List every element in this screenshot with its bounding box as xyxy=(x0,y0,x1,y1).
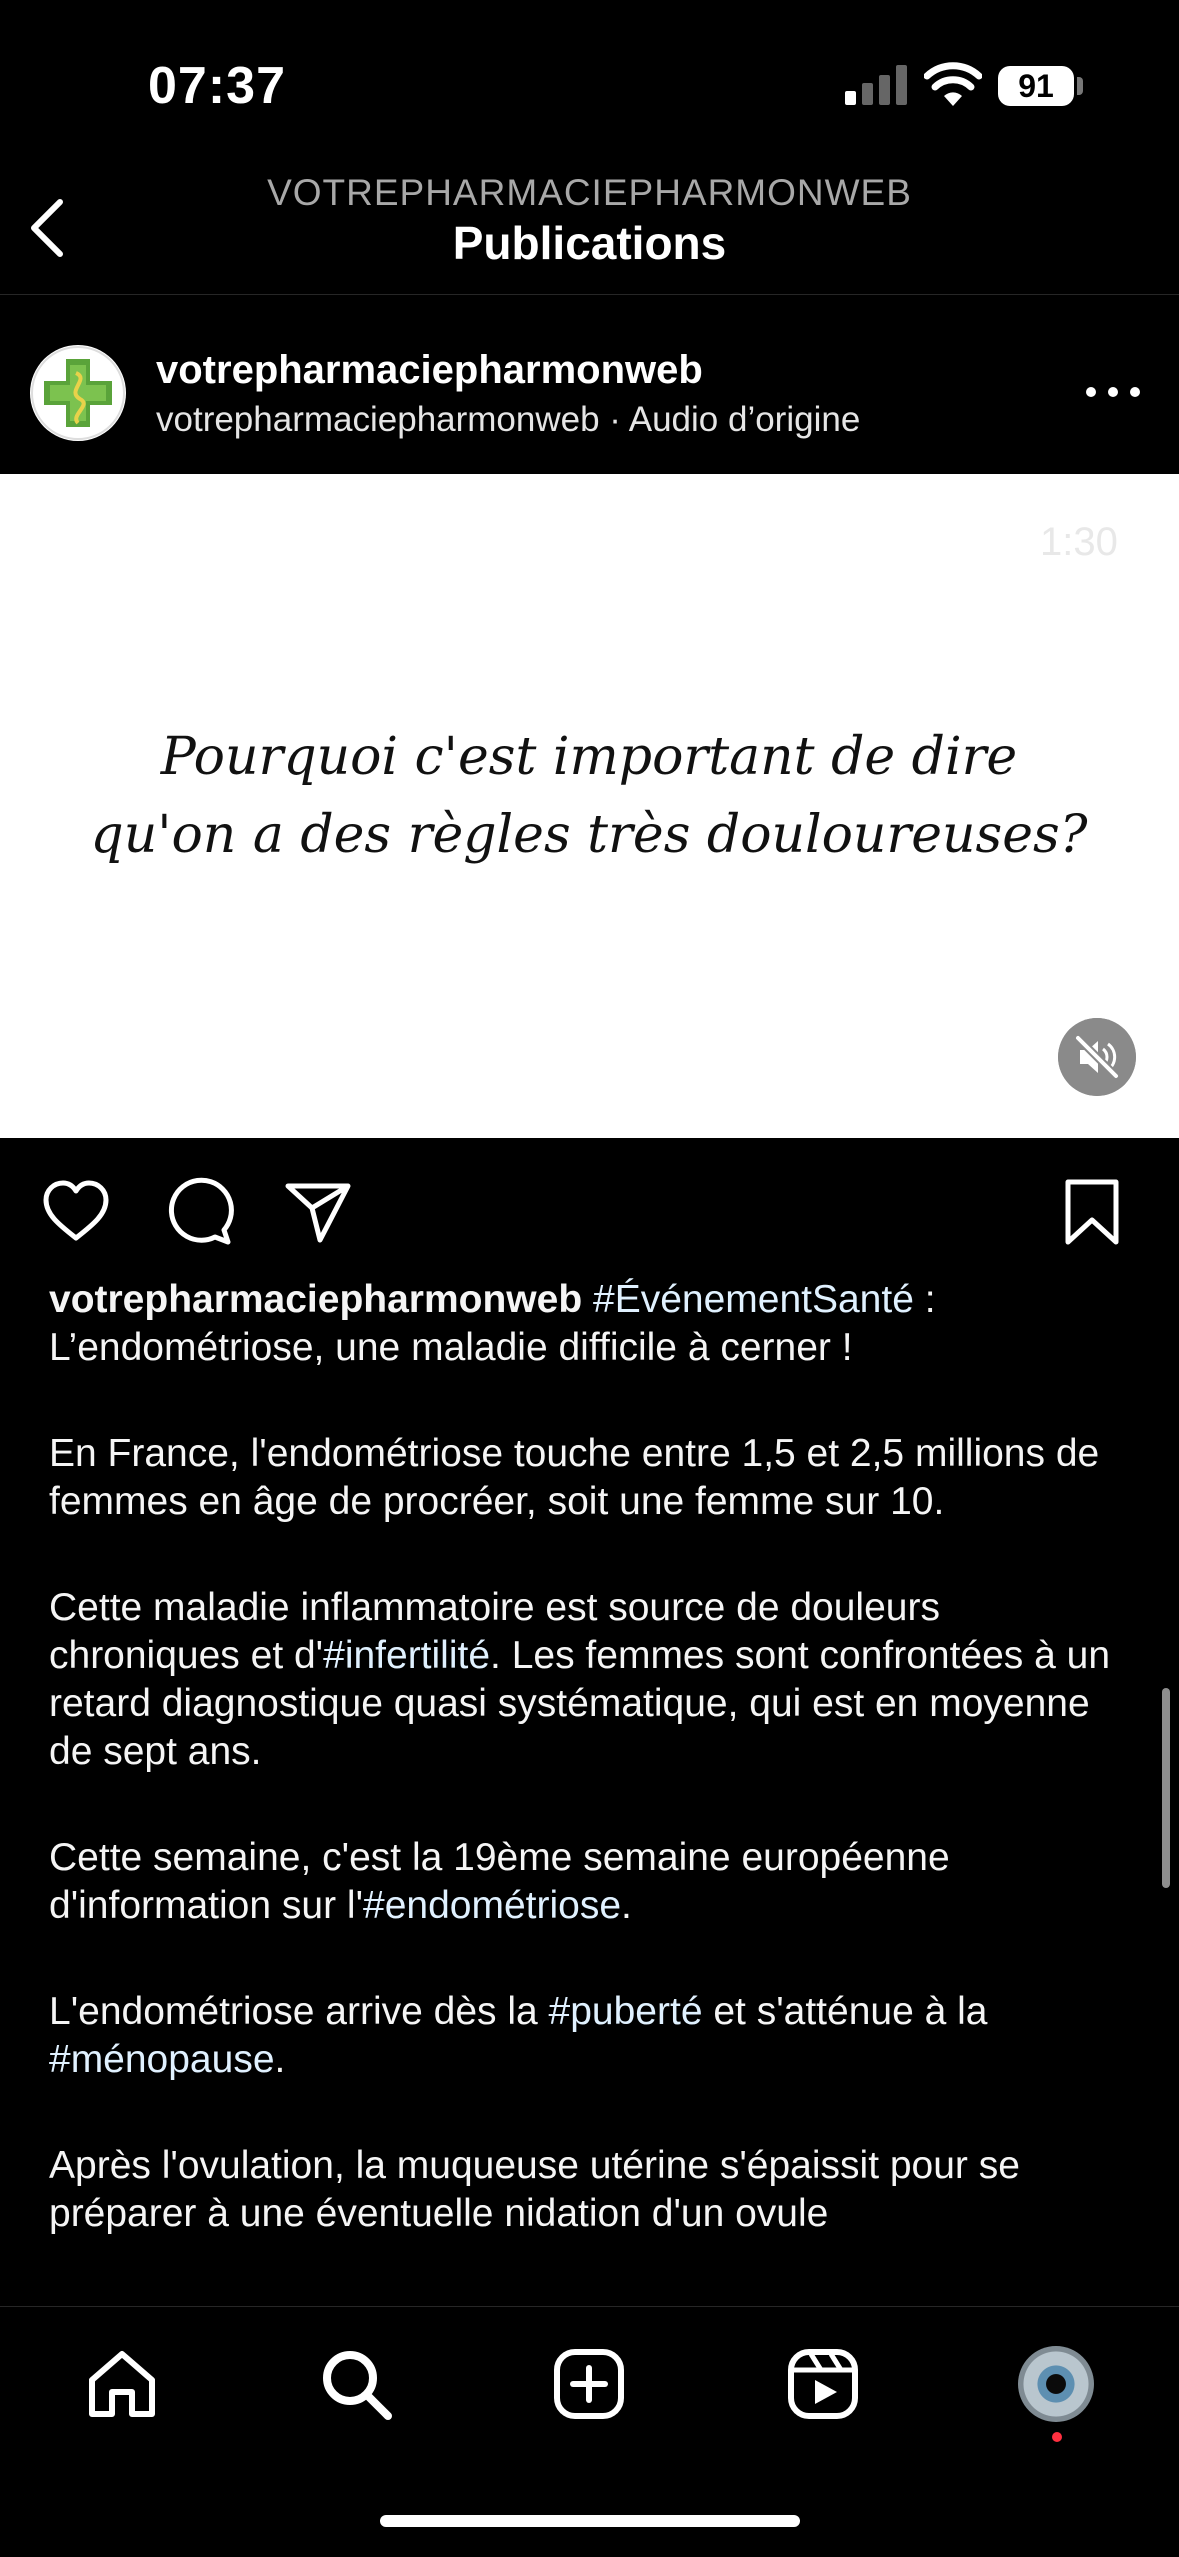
post-audio-subline[interactable]: votrepharmaciepharmonweb · Audio d’origi… xyxy=(156,400,860,440)
scrollbar[interactable] xyxy=(1162,1688,1170,1888)
status-time: 07:37 xyxy=(148,57,286,115)
battery-icon: 91 xyxy=(998,66,1074,106)
video-text-line-2: qu'on a des règles très douloureuses? xyxy=(90,805,1088,865)
video-text-line-1: Pourquoi c'est important de dire xyxy=(160,727,1017,787)
post-caption: votrepharmaciepharmonweb #ÉvénementSanté… xyxy=(49,1276,1139,2296)
post-username[interactable]: votrepharmaciepharmonweb xyxy=(156,348,703,393)
notification-dot xyxy=(1052,2432,1062,2442)
post-video[interactable]: Pourquoi c'est important de dire qu'on a… xyxy=(0,474,1179,1138)
search-icon[interactable] xyxy=(318,2346,394,2422)
account-avatar[interactable] xyxy=(30,345,126,441)
wifi-icon xyxy=(924,62,982,106)
more-options-icon[interactable] xyxy=(1086,382,1140,402)
caption-paragraph: Cette maladie inflammatoire est source d… xyxy=(49,1586,1111,1773)
caption-paragraph: En France, l'endométriose touche entre 1… xyxy=(49,1432,1100,1523)
caption-paragraph: L'endométriose arrive dès la #puberté et… xyxy=(49,1990,988,2081)
share-send-icon[interactable] xyxy=(282,1176,354,1248)
hashtag-link[interactable]: #infertilité xyxy=(323,1634,490,1677)
caption-paragraph: Après l'ovulation, la muqueuse utérine s… xyxy=(49,2144,1020,2235)
caption-username[interactable]: votrepharmaciepharmonweb xyxy=(49,1278,582,1321)
hashtag-link[interactable]: #puberté xyxy=(549,1990,703,2033)
comment-icon[interactable] xyxy=(162,1176,234,1248)
hashtag-link[interactable]: #ÉvénementSanté xyxy=(593,1278,914,1321)
header-divider xyxy=(0,294,1179,295)
speaker-muted-icon[interactable] xyxy=(1058,1018,1136,1096)
pharmacy-cross-logo-icon xyxy=(31,346,125,440)
hashtag-link[interactable]: #ménopause xyxy=(49,2038,275,2081)
cellular-signal-icon xyxy=(845,63,907,105)
caption-paragraph: Cette semaine, c'est la 19ème semaine eu… xyxy=(49,1836,950,1927)
reels-icon[interactable] xyxy=(785,2346,861,2422)
header-account-name: VOTREPHARMACIEPHARMONWEB xyxy=(267,172,912,213)
page-title: Publications xyxy=(452,217,727,269)
like-heart-icon[interactable] xyxy=(40,1176,112,1248)
save-bookmark-icon[interactable] xyxy=(1056,1176,1128,1248)
video-frame: Pourquoi c'est important de dire qu'on a… xyxy=(90,727,1088,865)
home-icon[interactable] xyxy=(84,2346,160,2422)
home-indicator[interactable] xyxy=(380,2515,800,2527)
hashtag-link[interactable]: #endométriose xyxy=(363,1884,621,1927)
profile-avatar[interactable] xyxy=(1018,2346,1094,2422)
caption-paragraph: votrepharmaciepharmonweb #ÉvénementSanté… xyxy=(49,1276,1139,1372)
create-post-icon[interactable] xyxy=(551,2346,627,2422)
video-duration: 1:30 xyxy=(1040,520,1118,564)
battery-tip xyxy=(1077,77,1083,95)
